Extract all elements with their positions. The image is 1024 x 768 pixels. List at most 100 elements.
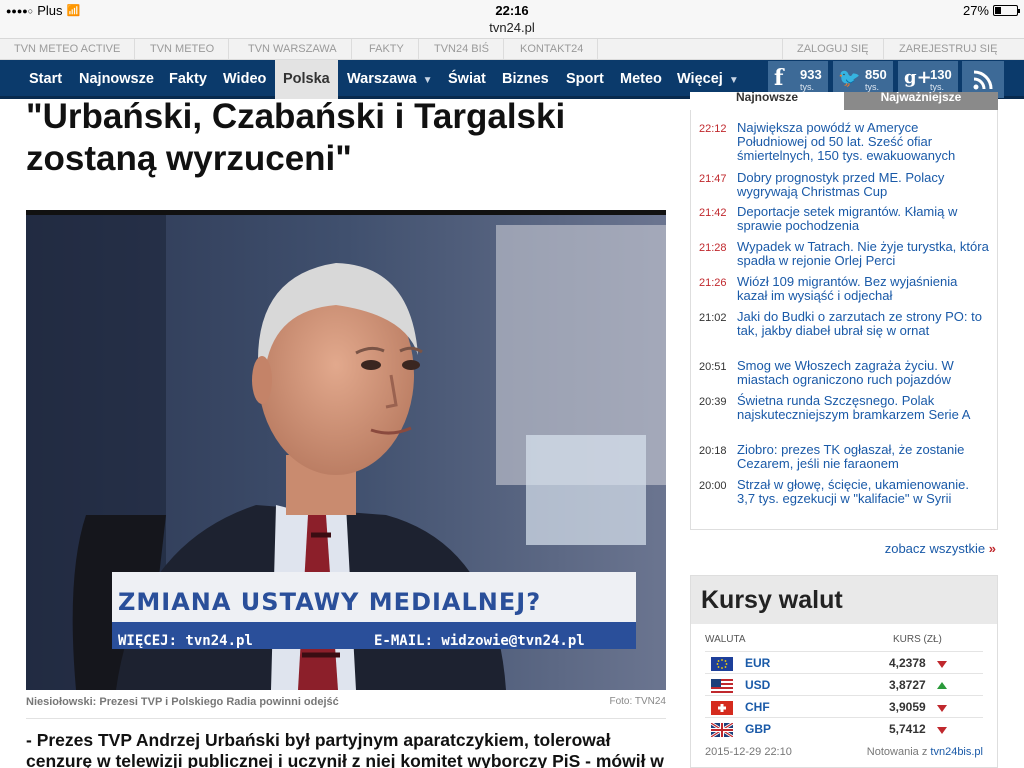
article-lead: - Prezes TVP Andrzej Urbański był partyj…	[26, 730, 664, 768]
battery-percent: 27%	[962, 3, 989, 18]
double-arrow-icon: »	[988, 541, 996, 556]
tv-banner-website: WIĘCEJ: tvn24.pl	[118, 633, 253, 649]
google-plus-count: 130	[930, 67, 952, 82]
news-time: 21:42	[699, 207, 727, 219]
news-headline[interactable]: Wiózł 109 migrantów. Bez wyjaśnienia kaz…	[737, 275, 989, 303]
tab-latest[interactable]: Najnowsze	[690, 92, 844, 110]
nav-najnowsze[interactable]: Najnowsze	[71, 60, 162, 99]
tv-banner-email: E-MAIL: widzowie@tvn24.pl	[374, 633, 585, 649]
news-time: 20:39	[699, 396, 727, 408]
news-headline[interactable]: Jaki do Budki o zarzutach ze strony PO: …	[737, 310, 989, 338]
rss-icon	[973, 70, 993, 90]
nav-polska[interactable]: Polska	[275, 60, 338, 99]
news-headline[interactable]: Wypadek w Tatrach. Nie żyje turystka, kt…	[737, 240, 989, 268]
nav-swiat[interactable]: Świat	[440, 60, 494, 99]
currency-row[interactable]: GBP 5,7412	[705, 717, 983, 739]
currency-source-link[interactable]: tvn24bis.pl	[930, 746, 983, 758]
currency-row[interactable]: EUR 4,2378	[705, 651, 983, 673]
currency-table-header: WALUTA KURS (ZŁ)	[705, 634, 983, 645]
nav-sport[interactable]: Sport	[558, 60, 612, 99]
news-headline[interactable]: Strzał w głowę, ścięcie, ukamienowanie. …	[737, 478, 989, 506]
currency-row[interactable]: USD 3,8727	[705, 673, 983, 695]
service-links-bar: TVN METEO ACTIVE TVN METEO TVN WARSZAWA …	[0, 39, 1024, 60]
currency-code[interactable]: EUR	[745, 656, 770, 670]
news-headline[interactable]: Największa powódź w Ameryce Południowej …	[737, 121, 989, 163]
currency-value: 4,2378	[889, 656, 926, 670]
service-link-tvn-meteo-active[interactable]: TVN METEO ACTIVE	[0, 39, 136, 59]
us-flag-icon	[711, 679, 733, 693]
tab-important[interactable]: Najważniejsze	[844, 92, 998, 110]
twitter-count: 850	[865, 67, 887, 82]
news-time: 20:18	[699, 445, 727, 457]
nav-fakty[interactable]: Fakty	[161, 60, 215, 99]
nav-start[interactable]: Start	[21, 60, 70, 99]
latest-news-list: 22:12 Największa powódź w Ameryce Południ…	[690, 110, 998, 530]
currency-source: Notowania z tvn24bis.pl	[867, 746, 983, 758]
currency-row[interactable]: CHF 3,9059	[705, 695, 983, 717]
eu-flag-icon	[711, 657, 733, 671]
column-currency: WALUTA	[705, 634, 746, 645]
currency-footer: 2015-12-29 22:10 Notowania z tvn24bis.pl	[705, 746, 983, 758]
news-headline[interactable]: Smog we Włoszech zagraża życiu. W miasta…	[737, 359, 989, 387]
login-link[interactable]: ZALOGUJ SIĘ	[782, 39, 884, 59]
battery-fill	[995, 7, 1001, 14]
news-headline[interactable]: Dobry prognostyk przed ME. Polacy wygryw…	[737, 171, 989, 199]
divider	[26, 718, 666, 719]
trend-up-icon	[937, 682, 947, 689]
gb-flag-icon	[711, 723, 733, 737]
tv-banner-headline: ZMIANA USTAWY MEDIALNEJ?	[118, 588, 542, 616]
trend-down-icon	[937, 727, 947, 734]
currency-value: 3,9059	[889, 700, 926, 714]
currency-code[interactable]: CHF	[745, 700, 770, 714]
nav-meteo[interactable]: Meteo	[612, 60, 670, 99]
news-headline[interactable]: Ziobro: prezes TK ogłaszał, że zostanie …	[737, 443, 989, 471]
article-photo[interactable]: ZMIANA USTAWY MEDIALNEJ? WIĘCEJ: tvn24.p…	[26, 210, 666, 690]
currency-source-label: Notowania z	[866, 746, 928, 758]
service-link-tvn24-bis[interactable]: TVN24 BiŚ	[420, 39, 505, 59]
currency-code[interactable]: GBP	[745, 722, 771, 736]
nav-warszawa-label: Warszawa	[347, 71, 417, 87]
facebook-icon: f	[774, 65, 784, 91]
news-tabs: Najnowsze Najważniejsze	[690, 92, 998, 110]
news-time: 20:51	[699, 361, 727, 373]
currency-title: Kursy walut	[691, 576, 997, 624]
currency-value: 3,8727	[889, 678, 926, 692]
twitter-unit: tys.	[865, 82, 880, 92]
currency-date: 2015-12-29 22:10	[705, 746, 792, 758]
article-title: "Urbański, Czabański i Targalski zostaną…	[26, 97, 566, 178]
service-link-tvn-warszawa[interactable]: TVN WARSZAWA	[234, 39, 352, 59]
see-all-label: zobacz wszystkie	[884, 541, 986, 556]
ch-flag-icon	[711, 701, 733, 715]
google-plus-icon: g+	[904, 67, 932, 88]
news-time: 22:12	[699, 123, 727, 135]
nav-wideo[interactable]: Wideo	[215, 60, 274, 99]
photo-caption: Niesiołowski: Prezesi TVP i Polskiego Ra…	[26, 696, 339, 708]
currency-code[interactable]: USD	[745, 678, 770, 692]
see-all-link[interactable]: zobacz wszystkie »	[690, 541, 996, 556]
twitter-icon: 🐦	[838, 68, 861, 89]
service-link-tvn-meteo[interactable]: TVN METEO	[136, 39, 230, 59]
news-headline[interactable]: Deportacje setek migrantów. Kłamią w spr…	[737, 205, 989, 233]
nav-warszawa[interactable]: Warszawa ▼	[339, 60, 440, 99]
nav-biznes[interactable]: Biznes	[494, 60, 557, 99]
ios-status-bar: ●●●●○ Plus 📶 22:16 27%	[0, 0, 1024, 20]
news-time: 20:00	[699, 480, 727, 492]
column-rate: KURS (ZŁ)	[893, 634, 942, 645]
chevron-down-icon: ▼	[422, 75, 433, 86]
battery-icon	[993, 5, 1020, 16]
service-link-kontakt24[interactable]: KONTAKT24	[506, 39, 599, 59]
chevron-down-icon: ▼	[728, 75, 739, 86]
news-headline[interactable]: Świetna runda Szczęsnego. Polak najskute…	[737, 394, 989, 422]
clock: 22:16	[495, 3, 529, 18]
news-time: 21:47	[699, 173, 727, 185]
address-bar[interactable]: tvn24.pl	[0, 20, 1024, 39]
tv-still-image	[26, 215, 666, 690]
news-time: 21:28	[699, 242, 727, 254]
register-link[interactable]: ZAREJESTRUJ SIĘ	[885, 39, 1011, 59]
service-link-fakty[interactable]: FAKTY	[355, 39, 419, 59]
news-time: 21:02	[699, 312, 727, 324]
google-plus-unit: tys.	[930, 82, 945, 92]
facebook-unit: tys.	[800, 82, 815, 92]
news-time: 21:26	[699, 277, 727, 289]
currency-widget: Kursy walut WALUTA KURS (ZŁ) EUR 4,2378 US…	[690, 575, 998, 768]
